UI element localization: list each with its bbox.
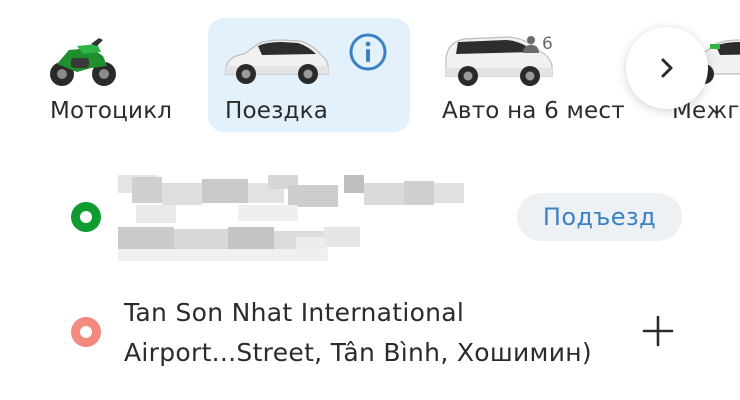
ride-label-six-seater: Авто на 6 мест — [442, 98, 625, 124]
motorbike-icon — [50, 38, 116, 86]
destination-address[interactable]: Tan Son Nhat International Airport...Str… — [124, 293, 624, 373]
destination-line-2: Airport...Street, Tân Bình, Хошимин) — [124, 338, 592, 367]
person-icon — [523, 36, 539, 53]
pickup-address-redacted[interactable] — [118, 175, 480, 265]
add-stop-button[interactable] — [636, 309, 680, 353]
ride-sheet: Мотоцикл Поездка 6 Авто на 6 мест Межг П… — [0, 0, 740, 400]
ride-label-ride: Поездка — [225, 98, 329, 124]
destination-line-1: Tan Son Nhat International — [124, 298, 465, 327]
entrance-button[interactable]: Подъезд — [517, 193, 682, 241]
ride-label-motorcycle: Мотоцикл — [50, 98, 173, 124]
ride-option-motorcycle[interactable]: Мотоцикл — [30, 18, 190, 132]
destination-dot-icon — [71, 317, 101, 347]
seat-capacity: 6 — [522, 34, 553, 54]
seat-capacity-value: 6 — [542, 34, 553, 54]
ride-type-carousel: Мотоцикл Поездка 6 Авто на 6 мест Межг — [0, 0, 740, 150]
carousel-next-button[interactable] — [626, 27, 708, 109]
car-icon — [225, 39, 329, 84]
ride-option-ride[interactable]: Поездка — [208, 18, 410, 132]
info-icon[interactable] — [348, 32, 388, 72]
pickup-dot-icon — [71, 202, 101, 232]
ride-option-six-seater[interactable]: 6 Авто на 6 мест — [428, 18, 628, 132]
chevron-right-icon — [661, 58, 673, 78]
plus-icon — [642, 315, 674, 347]
